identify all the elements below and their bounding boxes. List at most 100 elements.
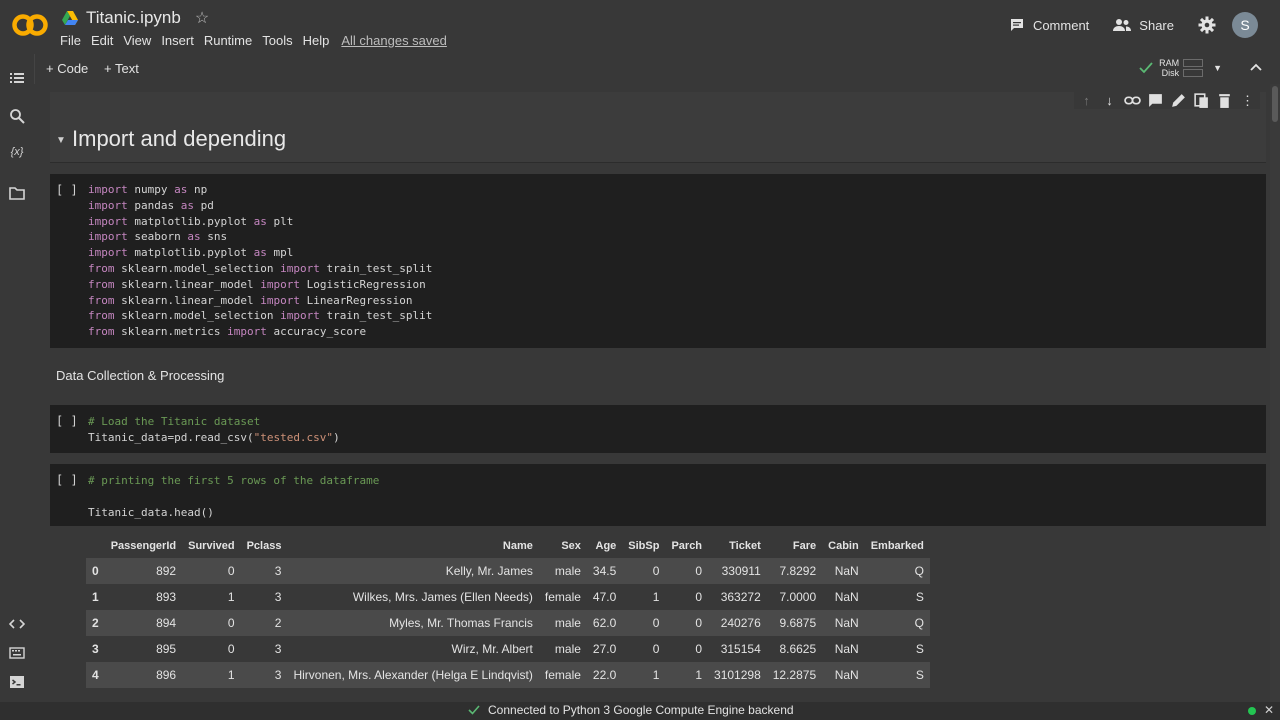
code-text: sklearn.linear_model bbox=[114, 293, 261, 307]
share-button[interactable]: Share bbox=[1113, 18, 1174, 33]
run-cell-button[interactable]: [ ] bbox=[56, 183, 78, 197]
row-index: 4 bbox=[92, 668, 99, 682]
code-editor[interactable]: # printing the first 5 rows of the dataf… bbox=[88, 473, 379, 520]
table-row: 1 893 1 3 Wilkes, Mrs. James (Ellen Needs) fe… bbox=[86, 584, 930, 610]
code-editor[interactable]: import numpy as np import pandas as pd imp… bbox=[88, 182, 432, 340]
column-header: Embarked bbox=[870, 540, 924, 552]
run-cell-button[interactable]: [ ] bbox=[56, 414, 78, 428]
header-actions: Comment Share S bbox=[1009, 12, 1280, 38]
folder-icon[interactable] bbox=[9, 185, 25, 201]
code-line: from sklearn.model_selection import trai… bbox=[88, 308, 432, 324]
table-cell: 7.8292 bbox=[779, 564, 817, 578]
disk-label: Disk bbox=[1161, 68, 1180, 78]
table-row: 4 896 1 3 Hirvonen, Mrs. Alexander (Helga E … bbox=[86, 662, 930, 688]
drive-icon[interactable] bbox=[62, 11, 78, 25]
table-cell: 894 bbox=[156, 616, 177, 630]
table-cell: 1 bbox=[652, 668, 660, 682]
add-text-button[interactable]: + Text bbox=[104, 61, 139, 76]
delete-icon[interactable] bbox=[1216, 92, 1233, 109]
mirror-cell-icon[interactable] bbox=[1193, 92, 1210, 109]
table-row: 3 895 0 3 Wirz, Mr. Albert male 27.0 0 0 315154 8.… bbox=[86, 636, 930, 662]
table-row: 2 894 0 2 Myles, Mr. Thomas Francis male 62.0 0… bbox=[86, 610, 930, 636]
table-cell: 0 bbox=[227, 564, 235, 578]
notebook-title[interactable]: Titanic.ipynb bbox=[86, 8, 181, 28]
code-cell-load-data[interactable]: [ ] # Load the Titanic dataset Titanic_d… bbox=[50, 405, 1266, 453]
menu-view[interactable]: View bbox=[123, 33, 156, 48]
menu-file[interactable]: File bbox=[60, 33, 86, 48]
menu-help[interactable]: Help bbox=[303, 33, 335, 48]
code-text: matplotlib.pyplot bbox=[127, 246, 254, 260]
table-cell: 1 bbox=[695, 668, 703, 682]
code-snippets-icon[interactable] bbox=[9, 616, 25, 632]
table-cell: 0 bbox=[695, 616, 703, 630]
table-of-contents-icon[interactable] bbox=[9, 70, 25, 86]
code-line: import matplotlib.pyplot as mpl bbox=[88, 245, 432, 261]
comment-icon bbox=[1010, 19, 1023, 31]
code-keyword: from bbox=[88, 293, 115, 307]
more-options-icon[interactable]: ⋮ bbox=[1239, 92, 1256, 109]
colab-logo[interactable] bbox=[12, 10, 48, 40]
command-palette-icon[interactable] bbox=[9, 645, 25, 661]
code-editor[interactable]: # Load the Titanic dataset Titanic_data=… bbox=[88, 414, 340, 446]
comment-button[interactable]: Comment bbox=[1009, 17, 1089, 33]
status-text: Connected to Python 3 Google Compute Eng… bbox=[488, 703, 794, 717]
scrollbar[interactable] bbox=[1270, 84, 1280, 702]
code-cell-head[interactable]: [ ] # printing the first 5 rows of the d… bbox=[50, 464, 1266, 526]
code-keyword: from bbox=[88, 325, 115, 339]
title-row: Titanic.ipynb ☆ bbox=[62, 8, 209, 28]
avatar[interactable]: S bbox=[1232, 12, 1258, 38]
search-icon[interactable] bbox=[9, 108, 25, 124]
column-header: Parch bbox=[671, 540, 703, 552]
menu-runtime[interactable]: Runtime bbox=[204, 33, 257, 48]
code-line: import seaborn as sns bbox=[88, 229, 432, 245]
variables-icon[interactable]: {x} bbox=[7, 146, 27, 162]
star-icon[interactable]: ☆ bbox=[195, 8, 209, 28]
move-down-icon[interactable]: ↓ bbox=[1101, 92, 1118, 109]
link-icon[interactable] bbox=[1124, 92, 1141, 109]
column-header bbox=[86, 534, 105, 558]
comment-icon[interactable] bbox=[1147, 92, 1164, 109]
code-cell-imports[interactable]: [ ] import numpy as np import pandas as p… bbox=[50, 174, 1266, 348]
close-icon[interactable]: ✕ bbox=[1264, 703, 1274, 717]
chevron-up-icon[interactable] bbox=[1250, 63, 1262, 71]
code-text: plt bbox=[266, 214, 294, 228]
save-status-link[interactable]: All changes saved bbox=[341, 33, 452, 48]
check-icon bbox=[468, 705, 480, 715]
run-cell-button[interactable]: [ ] bbox=[56, 473, 78, 487]
chevron-down-icon[interactable]: ▼ bbox=[1213, 63, 1222, 73]
code-text: LinearRegression bbox=[299, 293, 413, 307]
dataframe-output: PassengerId Survived Pclass Name Sex Age SibSp… bbox=[86, 534, 930, 688]
share-label: Share bbox=[1139, 17, 1174, 33]
move-up-icon[interactable]: ↑ bbox=[1078, 92, 1095, 109]
table-cell: 7.0000 bbox=[779, 590, 817, 604]
menu-edit[interactable]: Edit bbox=[91, 33, 118, 48]
code-keyword: as bbox=[174, 183, 188, 196]
connection-status[interactable]: Connected to Python 3 Google Compute Eng… bbox=[468, 703, 794, 717]
table-row: 0 892 0 3 Kelly, Mr. James male 34.5 0 0 330911 7.… bbox=[86, 558, 930, 584]
add-code-button[interactable]: + Code bbox=[46, 61, 88, 76]
code-text: sns bbox=[200, 230, 228, 244]
collapse-arrow-icon[interactable]: ▼ bbox=[56, 135, 66, 146]
table-cell: female bbox=[544, 668, 581, 682]
text-cell[interactable]: Data Collection & Processing bbox=[56, 368, 224, 383]
column-header: Name bbox=[502, 540, 533, 552]
code-text: ) bbox=[333, 430, 340, 444]
code-keyword: import bbox=[88, 246, 128, 260]
menu-tools[interactable]: Tools bbox=[262, 33, 297, 48]
terminal-icon[interactable] bbox=[9, 674, 25, 690]
table-header-row: PassengerId Survived Pclass Name Sex Age SibSp… bbox=[86, 534, 930, 558]
code-line: from sklearn.model_selection import trai… bbox=[88, 261, 432, 277]
code-line: from sklearn.linear_model import Logisti… bbox=[88, 277, 432, 293]
code-keyword: as bbox=[180, 198, 194, 212]
scroll-thumb[interactable] bbox=[1272, 86, 1278, 122]
table-cell: 2 bbox=[274, 616, 282, 630]
table-cell: male bbox=[554, 616, 581, 630]
edit-pencil-icon[interactable] bbox=[1170, 92, 1187, 109]
code-text: train_test_split bbox=[319, 261, 433, 275]
column-header: Pclass bbox=[246, 540, 282, 552]
gear-icon[interactable] bbox=[1198, 16, 1216, 34]
menu-insert[interactable]: Insert bbox=[161, 33, 199, 48]
resources-indicator[interactable]: RAM Disk ▼ bbox=[1139, 58, 1222, 78]
check-icon bbox=[1139, 62, 1153, 74]
table-cell: 240276 bbox=[720, 616, 761, 630]
